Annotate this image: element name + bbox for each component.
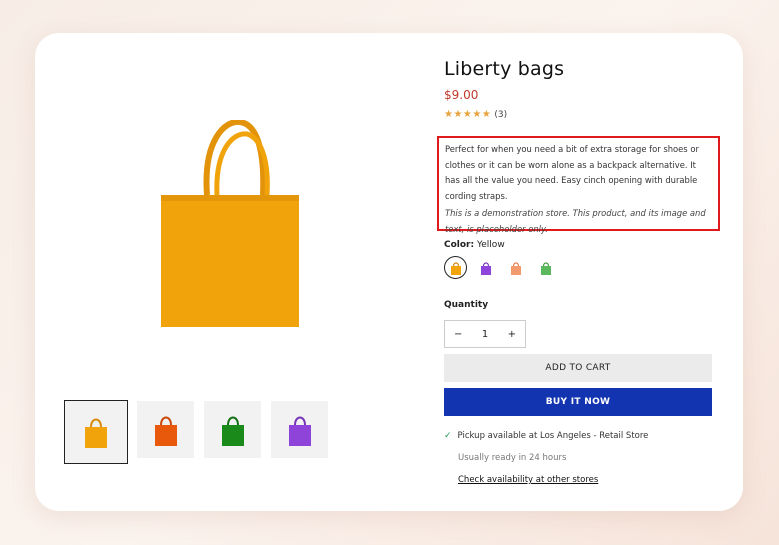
check-availability-link[interactable]: Check availability at other stores [458, 475, 598, 485]
bag-icon [510, 261, 521, 275]
check-icon: ✓ [444, 431, 452, 441]
swatch-peach[interactable] [504, 256, 527, 279]
thumbnail-purple[interactable] [271, 401, 328, 458]
color-selected-value: Yellow [476, 240, 505, 250]
bag-icon [221, 416, 244, 446]
buy-now-button[interactable]: BUY IT NOW [444, 388, 712, 416]
bag-icon [480, 261, 491, 275]
add-to-cart-button[interactable]: ADD TO CART [444, 354, 712, 382]
color-label: Color: [444, 240, 475, 250]
quantity-stepper: − 1 + [444, 320, 526, 348]
bag-icon [154, 416, 177, 446]
quantity-input[interactable]: 1 [482, 329, 488, 340]
thumbnail-orange[interactable] [137, 401, 194, 458]
product-description: Perfect for when you need a bit of extra… [445, 144, 699, 201]
product-title: Liberty bags [444, 58, 565, 80]
bag-icon [540, 261, 551, 275]
product-main-image[interactable] [155, 120, 305, 330]
thumbnail-yellow[interactable] [64, 400, 128, 464]
pickup-text: Pickup available at Los Angeles - Retail… [457, 431, 649, 441]
description-highlight: Perfect for when you need a bit of extra… [437, 136, 720, 234]
swatch-purple[interactable] [474, 256, 497, 279]
swatch-yellow[interactable] [444, 256, 467, 279]
color-swatches [444, 256, 557, 279]
swatch-green[interactable] [534, 256, 557, 279]
thumbnail-green[interactable] [204, 401, 261, 458]
rating-count: (3) [494, 109, 508, 120]
rating[interactable]: ★★★★★ (3) [444, 109, 714, 120]
star-icons: ★★★★★ [444, 109, 492, 120]
thumbnail-strip [64, 400, 328, 464]
quantity-decrease-button[interactable]: − [454, 329, 462, 340]
placeholder-note: This is a demonstration store. This prod… [445, 208, 706, 234]
quantity-label: Quantity [444, 300, 489, 310]
pickup-ready-time: Usually ready in 24 hours [458, 453, 567, 463]
quantity-increase-button[interactable]: + [508, 329, 516, 340]
product-price: $9.00 [444, 88, 479, 102]
pickup-availability: ✓ Pickup available at Los Angeles - Reta… [444, 431, 648, 441]
bag-icon [85, 418, 107, 448]
product-info: Liberty bags $9.00 ★★★★★ (3) [444, 58, 714, 120]
color-label-row: Color: Yellow [444, 240, 505, 250]
bag-icon [450, 261, 461, 275]
bag-icon [288, 416, 311, 446]
